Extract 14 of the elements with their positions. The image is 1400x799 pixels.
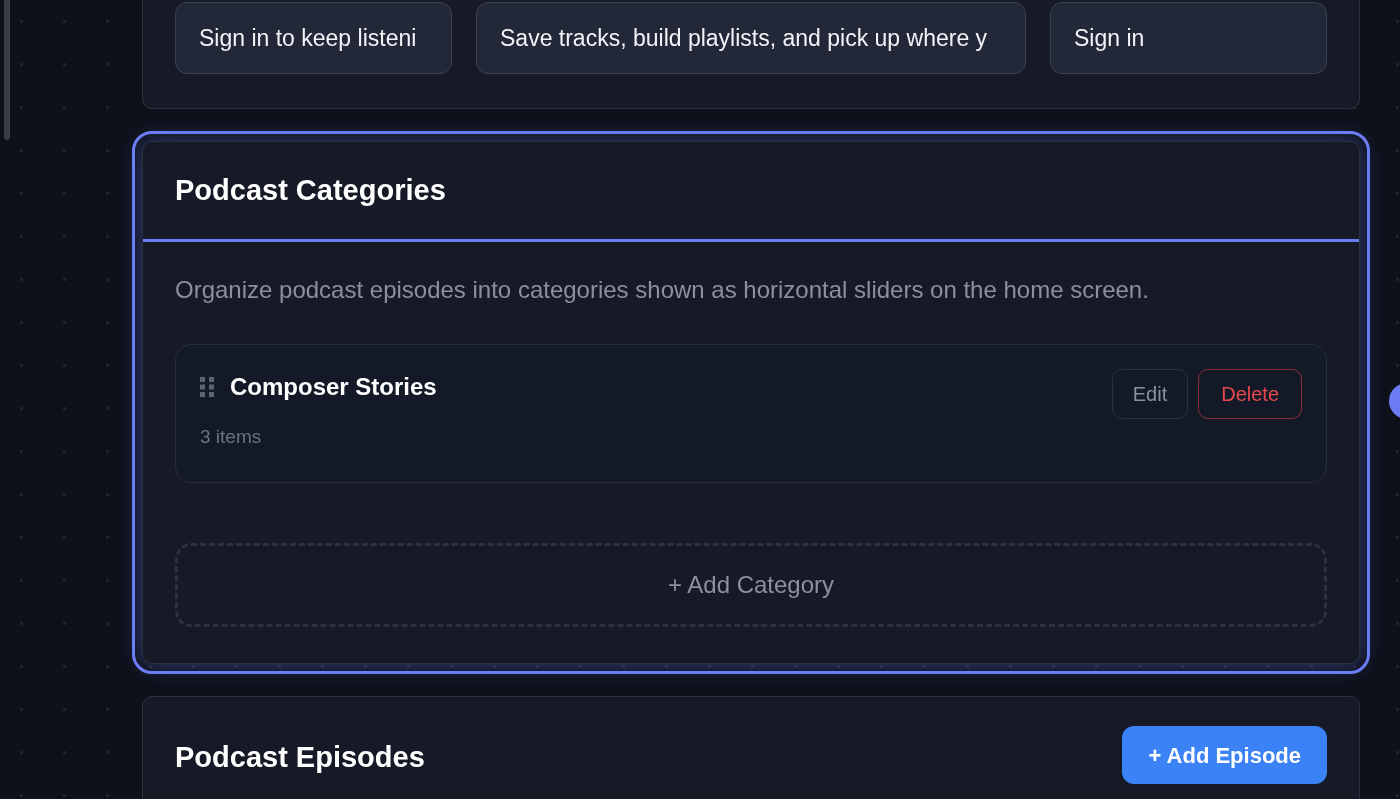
item-count: 3 items — [200, 425, 263, 449]
text-field[interactable]: Save tracks, build playlists, and pick up where y — [476, 2, 1026, 74]
section-title: Podcast Episodes — [175, 740, 425, 775]
text-field[interactable]: Sign in — [1050, 2, 1327, 74]
text-field[interactable]: Sign in to keep listeni — [175, 2, 452, 74]
add-category-button[interactable]: + Add Category — [175, 543, 1327, 627]
category-name: Composer Stories — [230, 372, 437, 402]
section-description: Organize podcast episodes into categories shown as horizontal sliders on the home screen. — [175, 275, 1150, 305]
drag-handle-icon[interactable] — [200, 377, 214, 397]
delete-button[interactable]: Delete — [1198, 369, 1302, 419]
edit-button[interactable]: Edit — [1111, 369, 1189, 419]
scrollbar-thumb[interactable] — [4, 0, 10, 140]
section-title: Podcast Categories — [175, 172, 446, 208]
add-episode-button[interactable]: + Add Episode — [1122, 726, 1327, 784]
